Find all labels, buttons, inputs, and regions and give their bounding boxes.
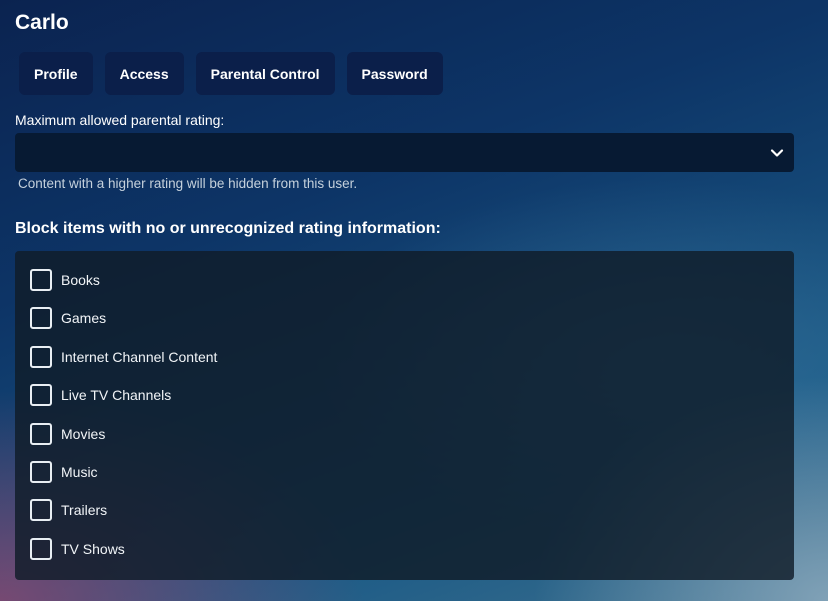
checkbox-label: Trailers: [61, 502, 108, 518]
checkbox-item-internet-channel-content[interactable]: Internet Channel Content: [30, 344, 217, 370]
tab-parental-control[interactable]: Parental Control: [195, 52, 335, 95]
checkbox-internet-channel-content[interactable]: [30, 346, 52, 368]
checkbox-music[interactable]: [30, 461, 52, 483]
checkbox-label: Books: [61, 272, 100, 288]
max-rating-select[interactable]: [15, 133, 794, 172]
tab-password[interactable]: Password: [346, 52, 443, 95]
checkbox-movies[interactable]: [30, 423, 52, 445]
checkbox-live-tv-channels[interactable]: [30, 384, 52, 406]
checkbox-item-games[interactable]: Games: [30, 305, 106, 331]
block-unrated-list: Books Games Internet Channel Content Liv…: [15, 251, 794, 580]
tab-profile[interactable]: Profile: [19, 52, 93, 95]
checkbox-label: Internet Channel Content: [61, 349, 218, 365]
checkbox-label: TV Shows: [61, 541, 125, 557]
checkbox-label: Games: [61, 310, 107, 326]
checkbox-trailers[interactable]: [30, 499, 52, 521]
chevron-down-icon: [770, 149, 784, 157]
checkbox-games[interactable]: [30, 307, 52, 329]
checkbox-label: Music: [61, 464, 98, 480]
max-rating-help-text: Content with a higher rating will be hid…: [18, 176, 358, 191]
block-unrated-heading: Block items with no or unrecognized rati…: [15, 220, 441, 237]
checkbox-tv-shows[interactable]: [30, 538, 52, 560]
page-title: Carlo: [15, 11, 69, 34]
checkbox-item-movies[interactable]: Movies: [30, 421, 105, 447]
checkbox-item-music[interactable]: Music: [30, 459, 98, 485]
checkbox-item-tv-shows[interactable]: TV Shows: [30, 536, 125, 562]
checkbox-item-live-tv-channels[interactable]: Live TV Channels: [30, 382, 171, 408]
tab-access[interactable]: Access: [104, 52, 184, 95]
max-rating-label: Maximum allowed parental rating:: [15, 112, 225, 128]
checkbox-item-trailers[interactable]: Trailers: [30, 497, 107, 523]
checkbox-books[interactable]: [30, 269, 52, 291]
checkbox-label: Live TV Channels: [61, 387, 172, 403]
checkbox-item-books[interactable]: Books: [30, 267, 100, 293]
user-tabs: Profile Access Parental Control Password: [19, 52, 443, 95]
checkbox-label: Movies: [61, 426, 106, 442]
